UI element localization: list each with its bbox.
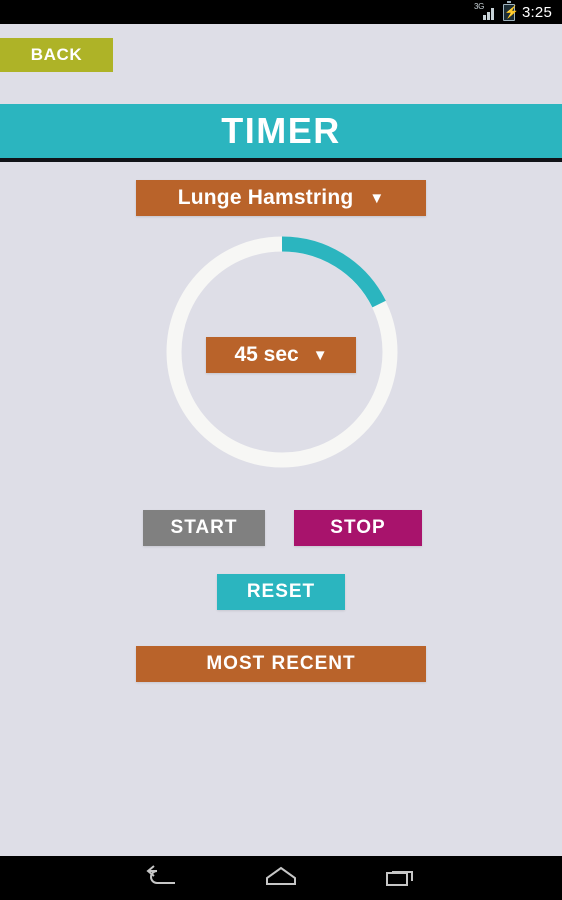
status-bar: 3G ⚡ 3:25: [0, 0, 562, 24]
exercise-dropdown[interactable]: Lunge Hamstring ▼: [136, 180, 426, 216]
status-clock: 3:25: [522, 3, 552, 21]
network-type-label: 3G: [474, 1, 485, 11]
page-header: TIMER: [0, 104, 562, 162]
battery-charging-icon: ⚡: [503, 1, 519, 21]
stop-button[interactable]: STOP: [294, 510, 422, 546]
android-navigation-bar: [0, 856, 562, 900]
reset-button[interactable]: RESET: [217, 574, 345, 610]
status-icons: 3G ⚡ 3:25: [474, 1, 552, 21]
chevron-down-icon: ▼: [312, 346, 328, 364]
exercise-dropdown-value: Lunge Hamstring: [177, 186, 354, 209]
page-title: TIMER: [221, 110, 341, 151]
duration-dropdown[interactable]: 45 sec ▼: [206, 337, 356, 373]
top-bar: BACK: [0, 24, 562, 104]
android-home-icon[interactable]: [250, 856, 312, 900]
charging-bolt-icon: ⚡: [504, 4, 519, 19]
android-back-icon[interactable]: [130, 856, 192, 900]
back-button[interactable]: BACK: [0, 38, 113, 72]
signal-3g-icon: 3G: [474, 1, 496, 21]
start-button[interactable]: START: [143, 510, 265, 546]
duration-dropdown-value: 45 sec: [234, 343, 299, 366]
android-recents-icon[interactable]: [370, 856, 432, 900]
chevron-down-icon: ▼: [369, 189, 385, 207]
most-recent-button[interactable]: MOST RECENT: [136, 646, 426, 682]
